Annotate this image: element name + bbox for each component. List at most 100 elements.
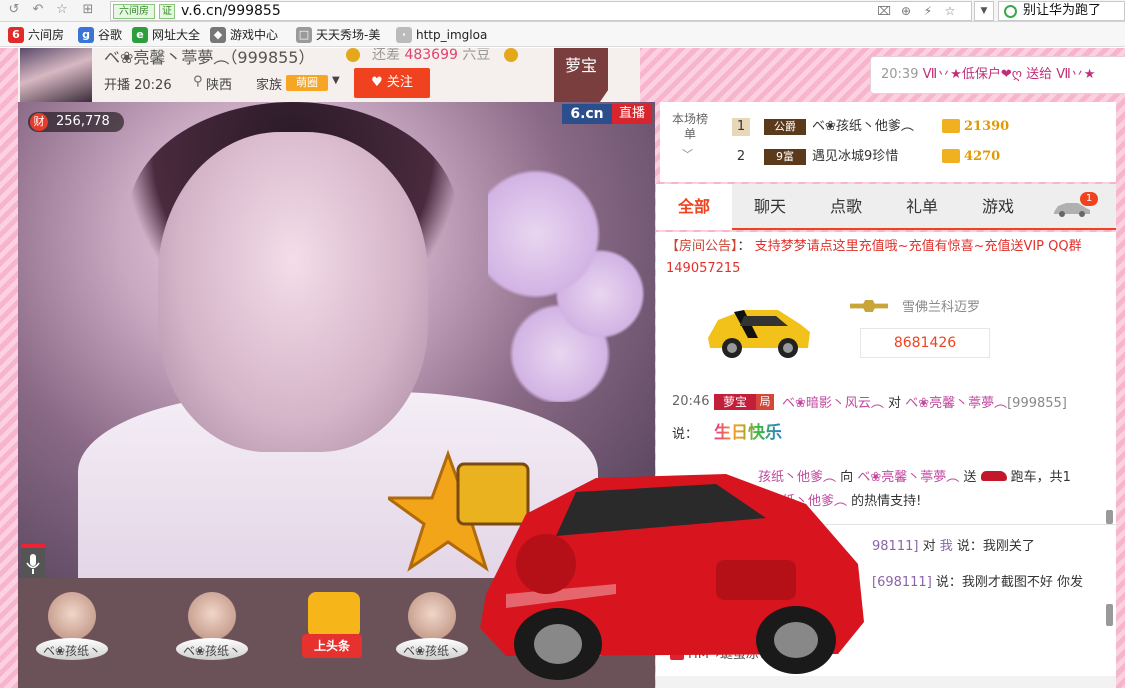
grid-icon[interactable]: ⊞ — [80, 2, 96, 18]
rank-row[interactable]: 1 公爵 ベ❀孩纸丶他爹︵ 21390 — [732, 116, 1112, 138]
gap-label: 还差 — [372, 48, 400, 63]
chevron-down-icon[interactable]: ﹀ — [682, 146, 693, 162]
user-tag: 萝宝 — [714, 394, 756, 410]
bookmark-item[interactable]: e 网址大全 — [132, 26, 200, 44]
car-id: 8681426 — [860, 328, 990, 358]
bookmark-icon: g — [78, 27, 94, 43]
message-target[interactable]: ベ❀亮馨丶葶夢︵ — [905, 396, 1007, 411]
chevron-down-icon[interactable]: ▼ — [332, 75, 340, 86]
gift-target[interactable]: ベ❀亮馨丶葶夢︵ — [857, 470, 959, 485]
user-level-tag: 局 — [756, 394, 774, 410]
bookmark-item[interactable]: □ 天天秀场-美 — [296, 26, 380, 44]
rank-score: 4270 — [964, 149, 1001, 164]
rank-row[interactable]: 2 9富 遇见冰城9珍惜 4270 — [732, 146, 1112, 168]
tab-1[interactable]: 聊天 — [732, 184, 808, 230]
notification-badge: 1 — [1080, 192, 1098, 206]
bookmark-item[interactable]: · http_imgloa — [396, 26, 487, 44]
rank-gap: 还差 483699 六豆 — [372, 48, 490, 64]
gift-avatar — [48, 592, 96, 640]
message-content: 生日快乐 — [714, 418, 782, 443]
tab-0[interactable]: 全部 — [656, 184, 732, 230]
rank-score: 21390 — [964, 119, 1010, 134]
room-notice: 【房间公告】： 支持梦梦请点这里充值哦~充值有惊喜~充值送VIP QQ群1490… — [666, 236, 1102, 280]
chat-scrollbar[interactable] — [1106, 510, 1113, 524]
bookmark-icon: ◆ — [210, 27, 226, 43]
gold-icon — [942, 149, 960, 163]
gift-label: ベ❀孩纸丶 — [42, 644, 102, 658]
camaro-car-image — [708, 310, 810, 358]
verified-badge: 证 — [159, 4, 175, 19]
gold-icon — [942, 119, 960, 133]
microphone-button[interactable] — [21, 544, 45, 578]
site-badge: 六间房 — [113, 4, 155, 19]
wealth-value: 256,778 — [56, 114, 110, 129]
microphone-icon — [26, 554, 40, 574]
mengbao-tag[interactable]: 萝宝 — [554, 48, 608, 102]
private-message: 98111] 对 我 说：我刚关了 — [872, 535, 1035, 554]
bookmark-item[interactable]: ◆ 游戏中心 — [210, 26, 278, 44]
tab-3[interactable]: 礼单 — [884, 184, 960, 230]
message-line: ベ❀暗影丶风云︵ 对 ベ❀亮馨丶葶夢︵[999855] — [782, 392, 1067, 411]
headline-gift[interactable]: 上头条 — [294, 590, 370, 678]
bookmark-label: 游戏中心 — [230, 28, 279, 42]
wealth-counter: 财 256,778 — [28, 112, 124, 132]
gap-unit: 六豆 — [462, 48, 491, 63]
gift-avatar — [408, 592, 456, 640]
family-badge[interactable]: 萌圈 — [286, 75, 328, 91]
tab-2[interactable]: 点歌 — [808, 184, 884, 230]
message-time: 20:46 — [672, 394, 710, 409]
page: ベ❀亮馨丶葶夢︵（999855） 还差 483699 六豆 开播 20:26 ⚲… — [0, 48, 1125, 688]
private-text: 说：我刚关了 — [956, 539, 1035, 554]
lightning-icon[interactable]: ⚡ — [919, 3, 937, 19]
anchor-avatar[interactable] — [20, 48, 92, 102]
crown-icon — [504, 48, 518, 62]
search-box[interactable]: 别让华为跑了 — [998, 1, 1125, 21]
rank-number: 2 — [736, 149, 746, 164]
wealth-icon: 财 — [30, 113, 48, 131]
gift-item[interactable]: ベ❀孩纸丶 — [394, 590, 470, 678]
private-message: [698111] 说：我刚才截图不好 你发 — [872, 571, 1083, 590]
heart-icon: ♥ — [371, 75, 383, 90]
bookmark-label: 谷歌 — [98, 28, 123, 42]
browser-toolbar: ↺ ↶ ☆ ⊞ 六间房 证 v.6.cn/999855 ⌧ ⊕ ⚡ ☆ ▼ 别让… — [0, 0, 1125, 22]
bookmark-label: http_imgloa — [416, 28, 488, 42]
anchor-header: ベ❀亮馨丶葶夢︵（999855） 还差 483699 六豆 开播 20:26 ⚲… — [18, 48, 640, 102]
private-me: 我 — [939, 539, 953, 554]
tab-4[interactable]: 游戏 — [960, 184, 1036, 230]
family-label: 家族 — [256, 78, 283, 93]
rank-number: 1 — [732, 118, 750, 136]
message-target-id: [999855] — [1007, 396, 1067, 411]
message-user[interactable]: ベ❀暗影丶风云︵ — [782, 396, 884, 411]
private-user-id: [698111] — [872, 575, 932, 590]
follow-label: 关注 — [386, 75, 413, 90]
address-dropdown[interactable]: ▼ — [974, 1, 994, 21]
gift-item[interactable]: ベ❀孩纸丶 — [34, 590, 110, 678]
private-to: 对 — [922, 539, 936, 554]
live-time: 开播 20:26 — [104, 78, 172, 93]
private-chat-scrollbar[interactable] — [1106, 604, 1113, 626]
sports-car-icon — [980, 471, 1007, 481]
bookmark-label: 网址大全 — [152, 28, 201, 42]
gift-label: ベ❀孩纸丶 — [402, 644, 462, 658]
message-say: 说： — [672, 427, 699, 442]
rank-panel: 本场榜单 ﹀ 1 公爵 ベ❀孩纸丶他爹︵ 21390 2 9富 遇见冰城9珍惜 4270 — [660, 102, 1116, 182]
follow-button[interactable]: ♥ 关注 — [354, 68, 430, 98]
zoom-icon[interactable]: ⊕ — [897, 3, 915, 19]
undo-icon[interactable]: ↶ — [30, 2, 46, 18]
bookmark-item[interactable]: 6 六间房 — [8, 26, 64, 44]
bookmark-icon: · — [396, 27, 412, 43]
back-icon[interactable]: ↺ — [6, 2, 22, 18]
url-text[interactable]: v.6.cn/999855 — [181, 2, 281, 20]
bookmarks-bar: 6 六间房 g 谷歌 e 网址大全 ◆ 游戏中心 □ 天天秀场-美 · http_imgloa — [0, 22, 1125, 47]
rank-level-badge: 9富 — [764, 149, 806, 165]
screenshot-icon[interactable]: ⌧ — [875, 3, 893, 19]
bookmark-label: 天天秀场-美 — [316, 28, 381, 42]
chevrolet-logo-icon — [850, 300, 888, 312]
star-icon[interactable]: ☆ — [54, 2, 70, 18]
gift-label: ベ❀孩纸丶 — [182, 644, 242, 658]
favorite-icon[interactable]: ☆ — [941, 3, 959, 19]
rank-label: 本场榜单 — [671, 112, 708, 141]
gift-item[interactable]: ベ❀孩纸丶 — [174, 590, 250, 678]
bookmark-item[interactable]: g 谷歌 — [78, 26, 122, 44]
address-bar[interactable]: 六间房 证 v.6.cn/999855 ⌧ ⊕ ⚡ ☆ — [110, 1, 972, 21]
